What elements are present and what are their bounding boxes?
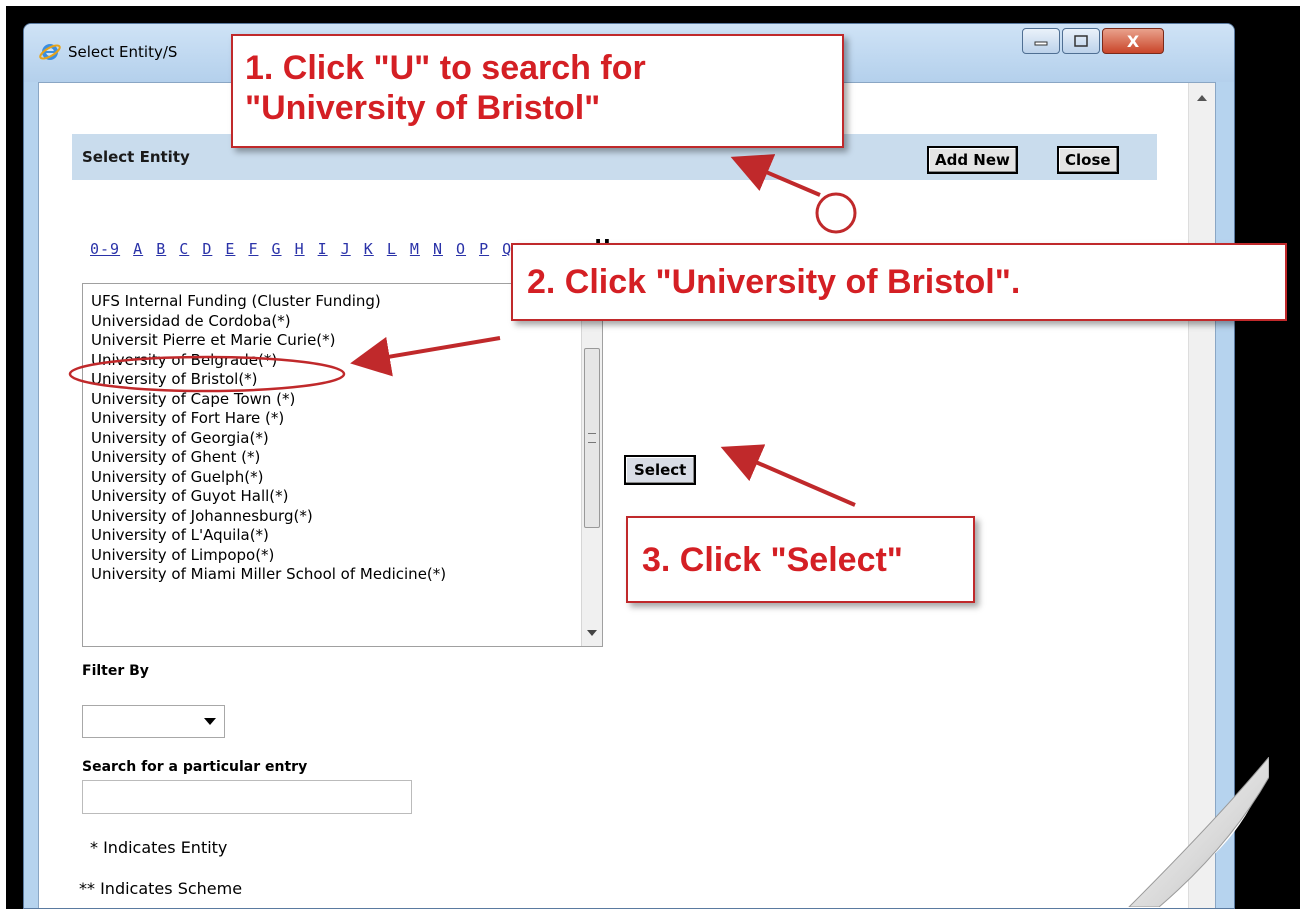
dialog-window: Select Entity/S X Select Entity Add New … xyxy=(23,23,1235,909)
letter-link-p[interactable]: P xyxy=(479,240,489,258)
list-item[interactable]: University of Cape Town (*) xyxy=(91,390,446,410)
letter-link-c[interactable]: C xyxy=(179,240,189,258)
scroll-down-icon[interactable] xyxy=(587,630,597,636)
entity-list: UFS Internal Funding (Cluster Funding) U… xyxy=(91,292,446,585)
list-item[interactable]: University of Miami Miller School of Med… xyxy=(91,565,446,585)
dialog-content: Select Entity Add New Close 0-9 A B C D … xyxy=(38,82,1216,908)
letter-link-m[interactable]: M xyxy=(410,240,420,258)
close-button[interactable]: Close xyxy=(1057,146,1119,174)
letter-link-f[interactable]: F xyxy=(248,240,258,258)
letter-link-o[interactable]: O xyxy=(456,240,466,258)
letter-link-g[interactable]: G xyxy=(272,240,282,258)
list-scroll-thumb[interactable] xyxy=(584,348,600,528)
list-item[interactable]: University of Ghent (*) xyxy=(91,448,446,468)
page-title: Select Entity xyxy=(82,148,190,166)
list-scrollbar[interactable] xyxy=(581,284,602,646)
filter-dropdown[interactable] xyxy=(82,705,225,738)
window-close-button[interactable]: X xyxy=(1102,28,1164,54)
scroll-up-icon[interactable] xyxy=(1197,95,1207,101)
step2-text: 2. Click "University of Bristol". xyxy=(527,263,1021,301)
list-item[interactable]: University of Belgrade(*) xyxy=(91,351,446,371)
letter-link-b[interactable]: B xyxy=(156,240,166,258)
list-item[interactable]: University of Georgia(*) xyxy=(91,429,446,449)
window-title: Select Entity/S xyxy=(68,43,178,61)
list-item[interactable]: Universidad de Cordoba(*) xyxy=(91,312,446,332)
filter-label: Filter By xyxy=(82,663,149,679)
page-curl-decoration xyxy=(1119,757,1269,907)
letter-link-0-9[interactable]: 0-9 xyxy=(90,240,120,258)
letter-link-n[interactable]: N xyxy=(433,240,443,258)
step1-text-line1: 1. Click "U" to search for xyxy=(245,49,646,87)
list-item[interactable]: University of Limpopo(*) xyxy=(91,546,446,566)
list-item[interactable]: University of Fort Hare (*) xyxy=(91,409,446,429)
window-controls: X xyxy=(1020,28,1164,56)
internet-explorer-icon xyxy=(39,44,61,60)
step3-callout: 3. Click "Select" xyxy=(626,516,975,603)
list-item[interactable]: UFS Internal Funding (Cluster Funding) xyxy=(91,292,446,312)
letter-link-j[interactable]: J xyxy=(341,240,351,258)
maximize-icon xyxy=(1074,35,1088,47)
list-item[interactable]: Universit Pierre et Marie Curie(*) xyxy=(91,331,446,351)
search-label: Search for a particular entry xyxy=(82,759,308,775)
chevron-down-icon xyxy=(204,718,216,725)
letter-link-d[interactable]: D xyxy=(202,240,212,258)
scheme-note: ** Indicates Scheme xyxy=(79,879,243,898)
letter-link-i[interactable]: I xyxy=(318,240,328,258)
grip-icon xyxy=(588,433,596,443)
select-button[interactable]: Select xyxy=(624,455,697,485)
letter-link-l[interactable]: L xyxy=(387,240,397,258)
minimize-button[interactable] xyxy=(1022,28,1060,54)
step1-text-line2: "University of Bristol" xyxy=(245,89,601,127)
step1-callout: 1. Click "U" to search for "University o… xyxy=(231,34,844,148)
entity-listbox[interactable]: UFS Internal Funding (Cluster Funding) U… xyxy=(82,283,603,647)
search-input[interactable] xyxy=(82,780,412,814)
list-item[interactable]: University of Guyot Hall(*) xyxy=(91,487,446,507)
minimize-icon xyxy=(1034,41,1048,46)
step2-callout: 2. Click "University of Bristol". xyxy=(511,243,1287,321)
letter-link-h[interactable]: H xyxy=(295,240,305,258)
step3-text: 3. Click "Select" xyxy=(642,541,903,579)
close-icon: X xyxy=(1126,31,1140,51)
list-item[interactable]: University of L'Aquila(*) xyxy=(91,526,446,546)
letter-link-a[interactable]: A xyxy=(133,240,143,258)
letter-link-e[interactable]: E xyxy=(225,240,235,258)
letter-link-k[interactable]: K xyxy=(364,240,374,258)
maximize-button[interactable] xyxy=(1062,28,1100,54)
list-item[interactable]: University of Guelph(*) xyxy=(91,468,446,488)
add-new-button[interactable]: Add New xyxy=(927,146,1018,174)
list-item-university-of-bristol[interactable]: University of Bristol(*) xyxy=(91,370,446,390)
list-item[interactable]: University of Johannesburg(*) xyxy=(91,507,446,527)
entity-note: * Indicates Entity xyxy=(90,838,228,857)
